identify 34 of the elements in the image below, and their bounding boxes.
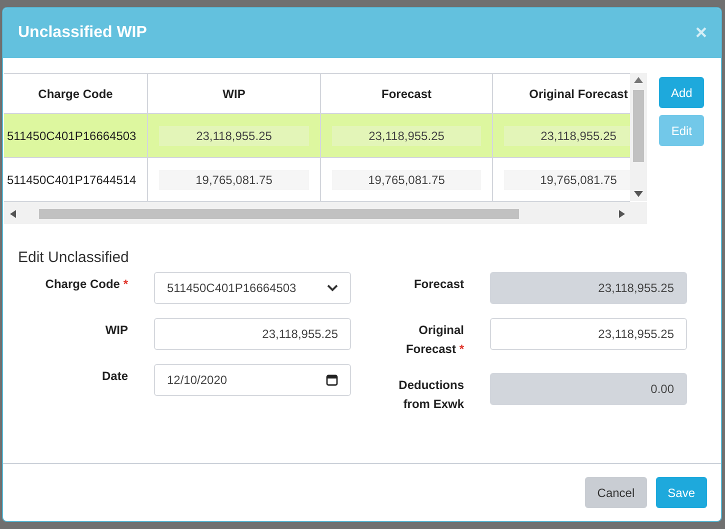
field-label: Original Forecast * bbox=[404, 322, 464, 358]
table-cell[interactable]: 23,118,955.25 bbox=[148, 114, 321, 158]
horizontal-scrollbar[interactable] bbox=[4, 202, 647, 224]
table-cell[interactable]: 19,765,081.75 bbox=[321, 158, 493, 202]
chevron-down-icon bbox=[327, 284, 338, 292]
input-field[interactable]: 23,118,955.25 bbox=[490, 318, 687, 350]
scrollbar-thumb[interactable] bbox=[39, 209, 519, 219]
table-cell[interactable]: 23,118,955.25 bbox=[321, 114, 493, 158]
section-title: Edit Unclassified bbox=[18, 249, 130, 266]
field-label: Charge Code * bbox=[44, 276, 128, 293]
field-label: Date bbox=[100, 368, 128, 385]
field-label: Deductions from Exwk bbox=[398, 377, 464, 413]
column-header: Forecast bbox=[321, 74, 493, 114]
readonly-field[interactable]: 23,118,955.25 bbox=[490, 272, 687, 304]
field-label: Forecast bbox=[412, 276, 464, 293]
column-header: Charge Code bbox=[4, 74, 148, 114]
date-field[interactable]: 12/10/2020 bbox=[154, 364, 351, 396]
field-label: WIP bbox=[104, 322, 128, 339]
table-cell[interactable]: 23,118,955.25 bbox=[493, 114, 630, 158]
cancel-button[interactable]: Cancel bbox=[585, 477, 647, 508]
column-header: WIP bbox=[148, 74, 321, 114]
table-cell[interactable]: 511450C401P17644514 bbox=[4, 158, 148, 202]
scroll-right-icon[interactable] bbox=[619, 210, 625, 218]
charge-code-select[interactable]: 511450C401P16664503 bbox=[154, 272, 351, 304]
scroll-up-icon[interactable] bbox=[634, 77, 643, 83]
table-cell[interactable]: 19,765,081.75 bbox=[148, 158, 321, 202]
scroll-down-icon[interactable] bbox=[634, 191, 643, 197]
table-cell[interactable]: 511450C401P16664503 bbox=[4, 114, 148, 158]
scroll-left-icon[interactable] bbox=[10, 210, 16, 218]
readonly-field[interactable]: 0.00 bbox=[490, 373, 687, 405]
scrollbar-thumb[interactable] bbox=[633, 90, 644, 162]
window-title: Unclassified WIP bbox=[18, 24, 147, 42]
calendar-icon bbox=[326, 374, 338, 386]
input-field[interactable]: 23,118,955.25 bbox=[154, 318, 351, 350]
